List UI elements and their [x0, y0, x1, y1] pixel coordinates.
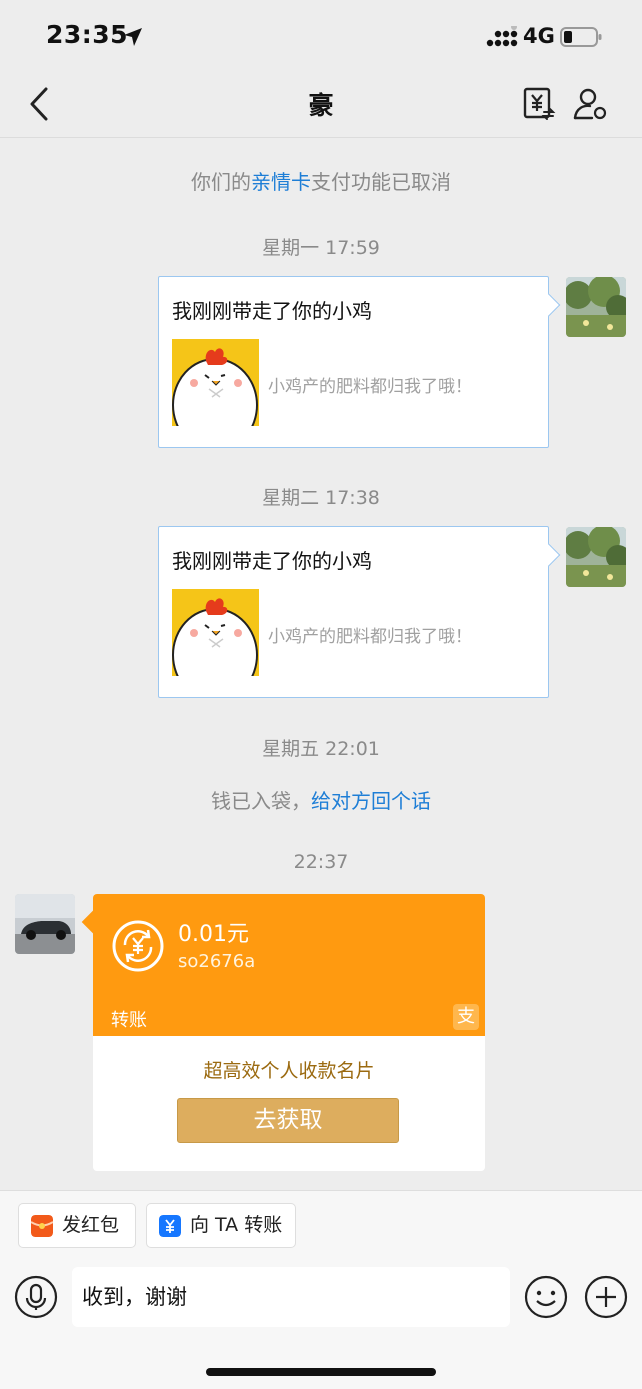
red-packet-label: 发红包 [62, 1214, 120, 1236]
card-title: 我刚刚带走了你的小鸡 [172, 549, 372, 573]
timestamp: 22:37 [293, 851, 349, 873]
signal-icon [486, 26, 518, 47]
system-notice: 你们的亲情卡支付功能已取消 [0, 166, 642, 195]
alipay-logo-icon: 支 [453, 1004, 479, 1030]
transfer-yuan-icon [112, 920, 164, 972]
promo-text: 超高效个人收款名片 [203, 1060, 375, 1082]
notice-text: 支付功能已取消 [311, 170, 451, 194]
plus-icon[interactable] [584, 1275, 628, 1319]
family-card-link[interactable]: 亲情卡 [251, 170, 311, 194]
transfer-icon[interactable] [522, 86, 556, 122]
voice-input-icon[interactable] [14, 1275, 58, 1319]
nav-bar: 豪 [0, 72, 642, 138]
my-avatar[interactable] [566, 527, 626, 587]
transfer-yuan-badge-icon [159, 1215, 181, 1237]
notice-text: 钱已入袋， [211, 789, 311, 813]
transfer-memo: so2676a [178, 951, 256, 972]
transfer-message-card[interactable]: 0.01元 so2676a 转账 支 超高效个人收款名片 去获取 [93, 894, 485, 1171]
contact-avatar[interactable] [15, 894, 75, 954]
location-arrow-icon [124, 28, 142, 46]
red-packet-button[interactable]: 发红包 [18, 1203, 136, 1248]
timestamp: 星期五 22:01 [262, 738, 380, 760]
notice-text: 你们的 [191, 170, 251, 194]
transfer-to-ta-label: 向 TA 转账 [190, 1214, 283, 1236]
status-bar: 23:35 4G [0, 0, 642, 72]
transfer-label: 转账 [111, 1010, 147, 1031]
card-description: 小鸡产的肥料都归我了哦！ [268, 627, 472, 647]
system-notice: 钱已入袋，给对方回个话 [0, 785, 642, 814]
emoji-icon[interactable] [524, 1275, 568, 1319]
status-time: 23:35 [46, 20, 129, 49]
shared-card-message[interactable]: 我刚刚带走了你的小鸡 小鸡产的肥料都归我了哦！ [158, 276, 561, 448]
message-input[interactable]: 收到，谢谢 [72, 1267, 510, 1327]
transfer-header[interactable]: 0.01元 so2676a 转账 支 [93, 894, 485, 1036]
red-packet-icon [31, 1215, 53, 1237]
input-panel: 发红包 向 TA 转账 收到，谢谢 [0, 1190, 642, 1389]
card-title: 我刚刚带走了你的小鸡 [172, 299, 372, 323]
network-type: 4G [523, 24, 555, 48]
home-indicator [206, 1368, 436, 1376]
card-description: 小鸡产的肥料都归我了哦！ [268, 377, 472, 397]
transfer-to-ta-button[interactable]: 向 TA 转账 [146, 1203, 296, 1248]
profile-settings-icon[interactable] [572, 86, 608, 122]
battery-icon [560, 27, 602, 47]
bubble-tail [537, 293, 561, 317]
timestamp: 星期二 17:38 [262, 487, 380, 509]
chick-thumbnail [172, 589, 259, 676]
timestamp: 星期一 17:59 [262, 237, 380, 259]
chick-thumbnail [172, 339, 259, 426]
get-card-button[interactable]: 去获取 [177, 1098, 399, 1143]
my-avatar[interactable] [566, 277, 626, 337]
shared-card-message[interactable]: 我刚刚带走了你的小鸡 小鸡产的肥料都归我了哦！ [158, 526, 561, 698]
transfer-amount: 0.01元 [178, 922, 249, 947]
reply-link[interactable]: 给对方回个话 [311, 789, 431, 813]
bubble-tail [537, 543, 561, 567]
